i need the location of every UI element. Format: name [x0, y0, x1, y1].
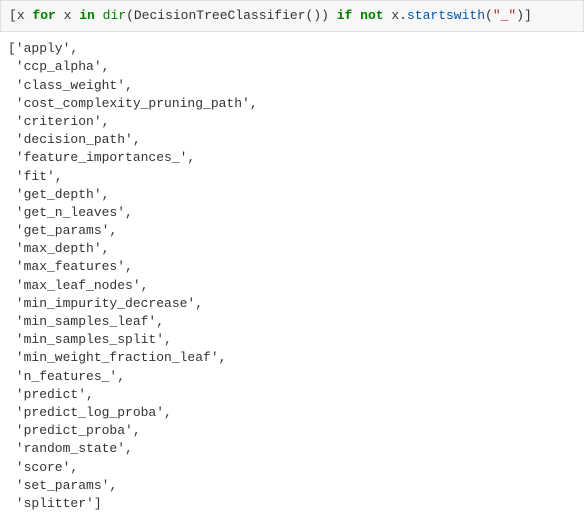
keyword-in: in — [79, 8, 95, 23]
code-input-cell: [x for x in dir(DecisionTreeClassifier()… — [0, 0, 584, 32]
paren-close-2: ) — [516, 8, 524, 23]
method-startswith: startswith — [407, 8, 485, 23]
string-underscore: "_" — [493, 8, 516, 23]
keyword-for: for — [32, 8, 55, 23]
keyword-if: if — [337, 8, 353, 23]
space — [352, 8, 360, 23]
paren-open-2: ( — [485, 8, 493, 23]
space — [329, 8, 337, 23]
classname: DecisionTreeClassifier — [134, 8, 306, 23]
builtin-dir: dir — [103, 8, 126, 23]
var-x1: x — [17, 8, 33, 23]
bracket-close: ] — [524, 8, 532, 23]
var-x2: x — [56, 8, 79, 23]
code-output-cell: ['apply', 'ccp_alpha', 'class_weight', '… — [0, 32, 584, 521]
space — [95, 8, 103, 23]
x-dot: x. — [384, 8, 407, 23]
bracket-open: [ — [9, 8, 17, 23]
keyword-not: not — [360, 8, 383, 23]
paren-open: ( — [126, 8, 134, 23]
paren-close: ) — [321, 8, 329, 23]
call-parens: () — [306, 8, 322, 23]
